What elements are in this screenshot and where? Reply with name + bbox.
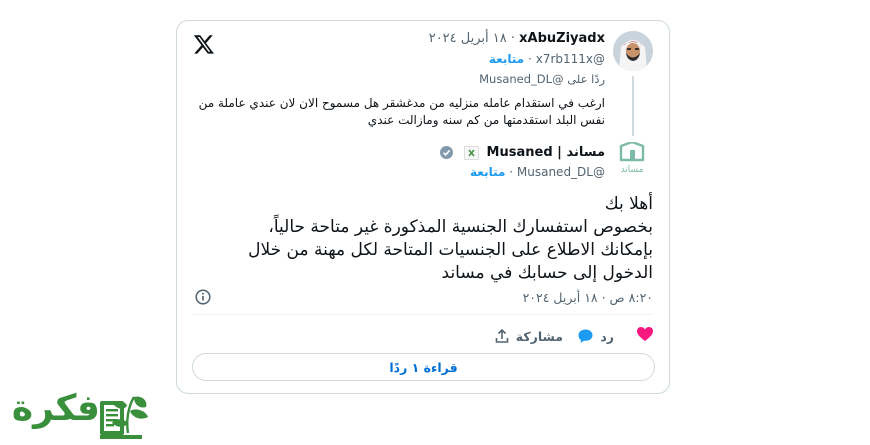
read-replies-button[interactable]: قراءة ١ ردًا — [192, 353, 655, 381]
verified-badge-icon — [440, 146, 454, 159]
reply-handle-line: @Musaned_DL · متابعة — [470, 165, 605, 179]
like-heart-icon[interactable] — [636, 326, 654, 342]
share-label: مشاركة — [515, 328, 563, 344]
fikra-watermark-text: فكرة — [11, 388, 100, 429]
tweet-date[interactable]: · ١٨ أبريل ٢٠٢٤ — [429, 31, 515, 46]
original-tweet-text: ارغب في استقدام عامله منزليه من مدغشقر ه… — [198, 96, 605, 127]
musaned-avatar-caption: مساند — [621, 165, 644, 175]
tweet-card[interactable]: xAbuZiyadx · ١٨ أبريل ٢٠٢٤ @x7rb111x · م… — [176, 20, 670, 394]
thread-line — [632, 76, 634, 136]
share-icon — [495, 328, 509, 343]
reply-text: أهلا بك بخصوص استفسارك الجنسية المذكورة … — [193, 193, 653, 285]
reply-author-name[interactable]: مساند | Musaned — [487, 145, 605, 160]
follow-author-button[interactable]: متابعة — [489, 52, 524, 66]
reply-author-line: مساند | Musaned — [437, 145, 605, 160]
share-action[interactable]: مشاركة — [494, 326, 563, 346]
reply-text-line: الدخول إلى حسابك في مساند — [441, 263, 653, 283]
reply-text-line: بخصوص استفسارك الجنسية المذكورة غير متاح… — [268, 217, 653, 237]
musaned-avatar[interactable]: مساند — [617, 142, 647, 180]
reply-label: رد — [600, 328, 614, 344]
divider — [193, 314, 653, 315]
author-avatar[interactable] — [613, 31, 653, 71]
author-handle[interactable]: @x7rb111x — [536, 52, 605, 66]
reply-action[interactable]: رد — [577, 326, 614, 346]
reply-to-label: ردًا على @Musaned_DL — [479, 72, 605, 86]
reply-text-line: أهلا بك — [604, 194, 653, 214]
saudi-flag-icon — [464, 145, 480, 160]
reply-bubble-icon — [578, 329, 593, 343]
author-line: xAbuZiyadx · ١٨ أبريل ٢٠٢٤ — [429, 31, 605, 46]
reply-author-handle[interactable]: @Musaned_DL — [517, 165, 605, 179]
author-name[interactable]: xAbuZiyadx — [519, 31, 605, 46]
x-logo-icon[interactable] — [193, 33, 215, 55]
info-icon[interactable] — [195, 289, 211, 305]
author-handle-line: @x7rb111x · متابعة — [488, 52, 605, 66]
reply-timestamp[interactable]: ٨:٢٠ ص · ١٨ أبريل ٢٠٢٤ — [523, 290, 653, 305]
reply-text-line: بإمكانك الاطلاع على الجنسيات المتاحة لكل… — [248, 240, 653, 260]
follow-musaned-button[interactable]: متابعة — [470, 165, 505, 179]
